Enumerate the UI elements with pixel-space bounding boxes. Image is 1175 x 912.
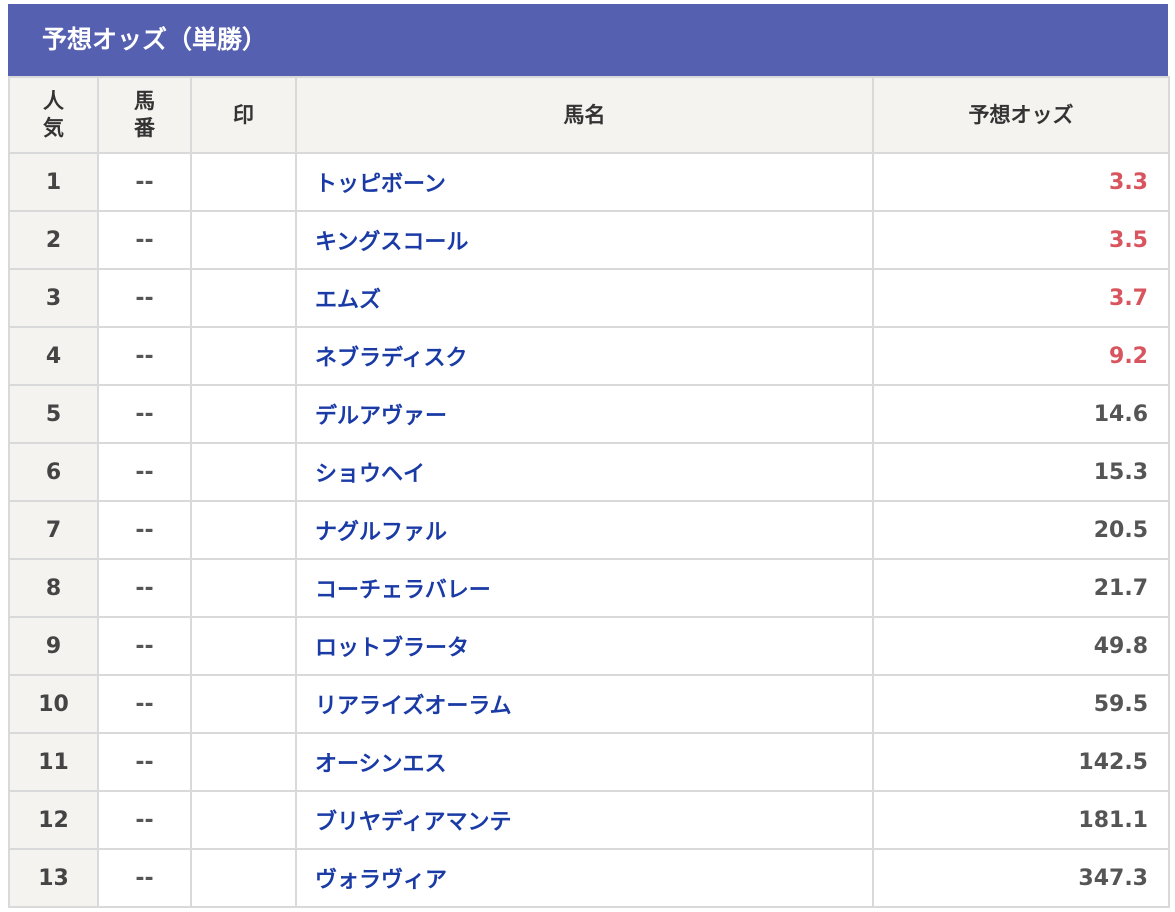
header-horse-name: 馬名 bbox=[295, 76, 874, 154]
horse-name-link[interactable]: ヴォラヴィア bbox=[295, 848, 874, 908]
table-row: 5 -- デルアヴァー 14.6 bbox=[8, 384, 1170, 444]
odds-cell: 20.5 bbox=[872, 500, 1170, 560]
odds-cell: 15.3 bbox=[872, 442, 1170, 502]
table-row: 1 -- トッピボーン 3.3 bbox=[8, 152, 1170, 212]
popularity-cell: 10 bbox=[8, 674, 99, 734]
horse-number-cell: -- bbox=[97, 790, 192, 850]
table-row: 10 -- リアライズオーラム 59.5 bbox=[8, 674, 1170, 734]
odds-panel: 予想オッズ（単勝） 人 気 馬 番 印 馬名 予想オッズ 1 -- トッピボーン… bbox=[8, 4, 1170, 908]
odds-cell: 3.7 bbox=[872, 268, 1170, 328]
header-mark: 印 bbox=[190, 76, 297, 154]
horse-name-link[interactable]: デルアヴァー bbox=[295, 384, 874, 444]
table-row: 3 -- エムズ 3.7 bbox=[8, 268, 1170, 328]
horse-name-link[interactable]: ナグルファル bbox=[295, 500, 874, 560]
horse-number-cell: -- bbox=[97, 210, 192, 270]
horse-name-link[interactable]: ネブラディスク bbox=[295, 326, 874, 386]
odds-table: 人 気 馬 番 印 馬名 予想オッズ 1 -- トッピボーン 3.3 2 -- キングスコー… bbox=[8, 76, 1170, 908]
horse-number-cell: -- bbox=[97, 384, 192, 444]
mark-cell[interactable] bbox=[190, 268, 297, 328]
horse-name-link[interactable]: ショウヘイ bbox=[295, 442, 874, 502]
odds-cell: 3.3 bbox=[872, 152, 1170, 212]
horse-name-link[interactable]: キングスコール bbox=[295, 210, 874, 270]
table-row: 2 -- キングスコール 3.5 bbox=[8, 210, 1170, 270]
horse-name-link[interactable]: コーチェラバレー bbox=[295, 558, 874, 618]
header-odds: 予想オッズ bbox=[872, 76, 1170, 154]
mark-cell[interactable] bbox=[190, 210, 297, 270]
horse-number-cell: -- bbox=[97, 268, 192, 328]
odds-cell: 3.5 bbox=[872, 210, 1170, 270]
odds-cell: 59.5 bbox=[872, 674, 1170, 734]
horse-number-cell: -- bbox=[97, 442, 192, 502]
mark-cell[interactable] bbox=[190, 848, 297, 908]
horse-number-cell: -- bbox=[97, 848, 192, 908]
table-row: 9 -- ロットブラータ 49.8 bbox=[8, 616, 1170, 676]
horse-name-link[interactable]: オーシンエス bbox=[295, 732, 874, 792]
mark-cell[interactable] bbox=[190, 732, 297, 792]
table-row: 11 -- オーシンエス 142.5 bbox=[8, 732, 1170, 792]
panel-title: 予想オッズ（単勝） bbox=[8, 4, 1168, 76]
popularity-cell: 13 bbox=[8, 848, 99, 908]
table-row: 7 -- ナグルファル 20.5 bbox=[8, 500, 1170, 560]
table-row: 12 -- ブリヤディアマンテ 181.1 bbox=[8, 790, 1170, 850]
horse-number-cell: -- bbox=[97, 558, 192, 618]
mark-cell[interactable] bbox=[190, 674, 297, 734]
horse-name-link[interactable]: トッピボーン bbox=[295, 152, 874, 212]
table-row: 8 -- コーチェラバレー 21.7 bbox=[8, 558, 1170, 618]
mark-cell[interactable] bbox=[190, 442, 297, 502]
mark-cell[interactable] bbox=[190, 384, 297, 444]
horse-number-cell: -- bbox=[97, 152, 192, 212]
horse-name-link[interactable]: ロットブラータ bbox=[295, 616, 874, 676]
odds-cell: 49.8 bbox=[872, 616, 1170, 676]
horse-name-link[interactable]: ブリヤディアマンテ bbox=[295, 790, 874, 850]
popularity-cell: 12 bbox=[8, 790, 99, 850]
table-row: 13 -- ヴォラヴィア 347.3 bbox=[8, 848, 1170, 908]
mark-cell[interactable] bbox=[190, 616, 297, 676]
popularity-cell: 9 bbox=[8, 616, 99, 676]
mark-cell[interactable] bbox=[190, 152, 297, 212]
header-popularity: 人 気 bbox=[8, 76, 99, 154]
mark-cell[interactable] bbox=[190, 500, 297, 560]
odds-cell: 347.3 bbox=[872, 848, 1170, 908]
table-header-row: 人 気 馬 番 印 馬名 予想オッズ bbox=[8, 76, 1170, 154]
horse-name-link[interactable]: エムズ bbox=[295, 268, 874, 328]
popularity-cell: 7 bbox=[8, 500, 99, 560]
popularity-cell: 3 bbox=[8, 268, 99, 328]
mark-cell[interactable] bbox=[190, 558, 297, 618]
popularity-cell: 11 bbox=[8, 732, 99, 792]
horse-number-cell: -- bbox=[97, 616, 192, 676]
horse-number-cell: -- bbox=[97, 500, 192, 560]
popularity-cell: 6 bbox=[8, 442, 99, 502]
horse-number-cell: -- bbox=[97, 674, 192, 734]
table-row: 4 -- ネブラディスク 9.2 bbox=[8, 326, 1170, 386]
header-horse-number: 馬 番 bbox=[97, 76, 192, 154]
popularity-cell: 2 bbox=[8, 210, 99, 270]
horse-name-link[interactable]: リアライズオーラム bbox=[295, 674, 874, 734]
popularity-cell: 8 bbox=[8, 558, 99, 618]
horse-number-cell: -- bbox=[97, 732, 192, 792]
horse-number-cell: -- bbox=[97, 326, 192, 386]
mark-cell[interactable] bbox=[190, 790, 297, 850]
odds-cell: 21.7 bbox=[872, 558, 1170, 618]
popularity-cell: 1 bbox=[8, 152, 99, 212]
popularity-cell: 5 bbox=[8, 384, 99, 444]
popularity-cell: 4 bbox=[8, 326, 99, 386]
odds-cell: 181.1 bbox=[872, 790, 1170, 850]
table-row: 6 -- ショウヘイ 15.3 bbox=[8, 442, 1170, 502]
mark-cell[interactable] bbox=[190, 326, 297, 386]
odds-cell: 9.2 bbox=[872, 326, 1170, 386]
odds-cell: 14.6 bbox=[872, 384, 1170, 444]
odds-cell: 142.5 bbox=[872, 732, 1170, 792]
